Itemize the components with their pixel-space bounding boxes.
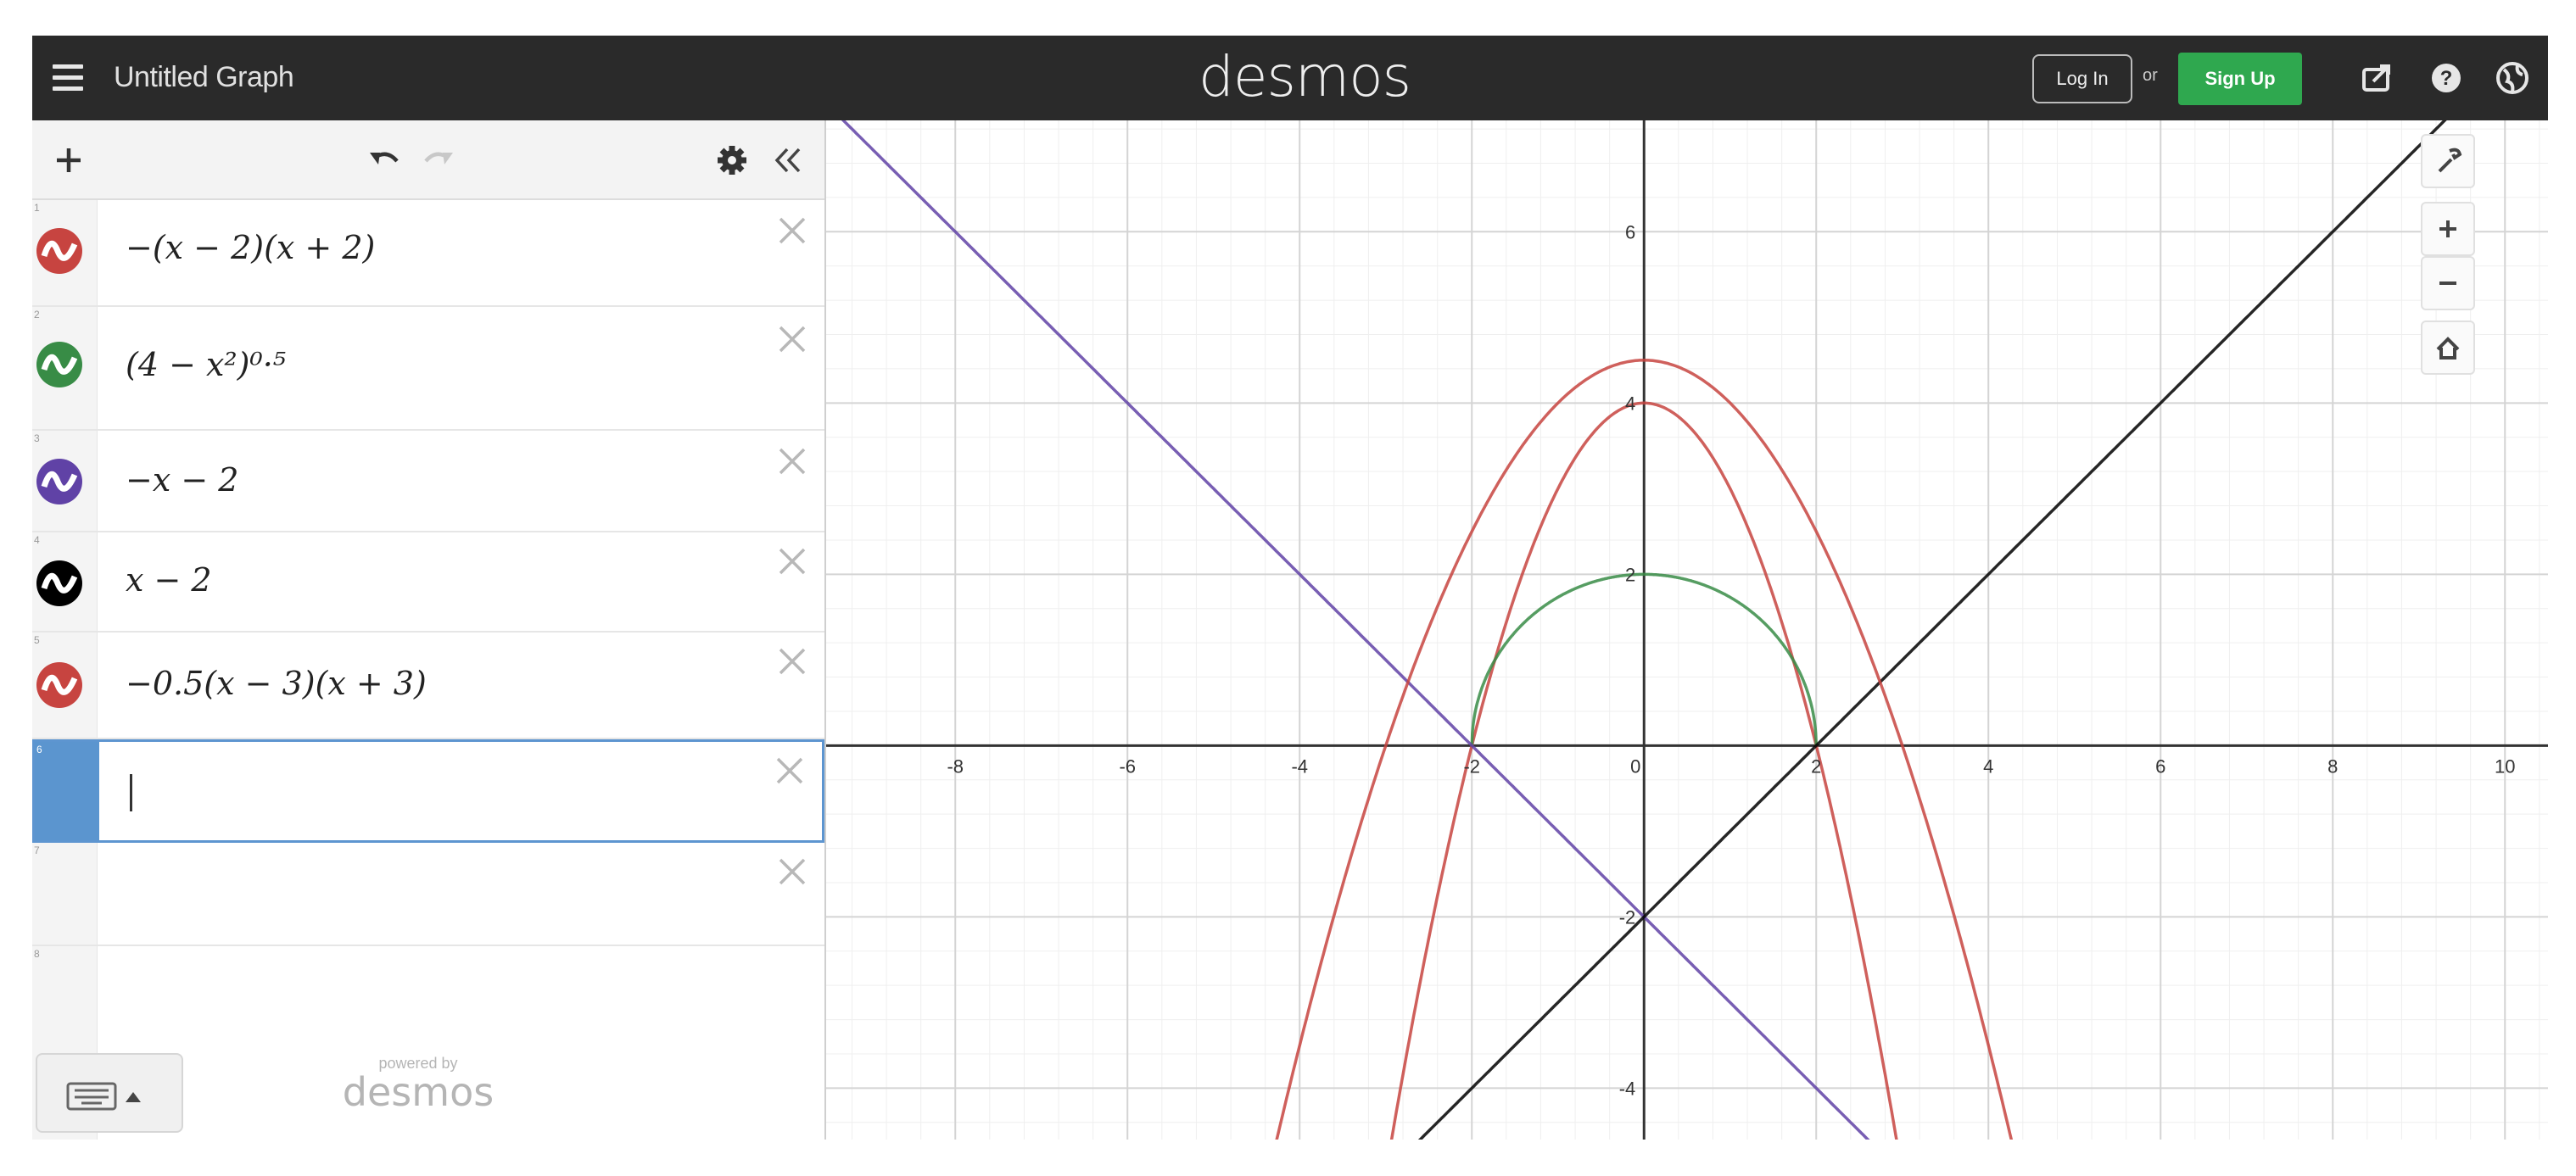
keyboard-icon [66,1082,141,1111]
expression-number: 7 [34,844,40,856]
x-tick-label: 6 [2155,755,2165,777]
y-tick-label: 2 [1625,564,1635,585]
expression-gutter: 1 [32,200,98,305]
graph-wave-icon[interactable] [36,341,83,388]
x-tick-label: -2 [1463,755,1480,777]
x-tick-label: 0 [1630,755,1640,777]
y-tick-label: 6 [1625,221,1635,242]
delete-icon[interactable] [774,320,811,358]
expression-number: 4 [34,534,40,546]
y-tick-label: -4 [1619,1078,1636,1099]
x-tick-label: -6 [1119,755,1136,777]
expression-number: 1 [34,202,40,214]
powered-by-logo: desmos [342,1069,495,1115]
expression-gutter: 6 [35,742,99,840]
graph-plot[interactable]: -8 -6 -4 -2 0 2 4 6 8 10 6 4 2 -2 -4 [826,120,2548,1140]
expression-latex[interactable]: x − 2 [126,561,212,599]
curve-5 [1275,359,2014,1140]
expression-number: 6 [36,744,42,755]
desmos-logo: desmos [1199,44,1411,109]
graph-title[interactable]: Untitled Graph [114,61,294,94]
expression-item-4[interactable]: 4 x − 2 [32,532,824,633]
delete-icon[interactable] [771,752,808,789]
expression-latex[interactable]: −(x − 2)(x + 2) [126,229,375,266]
delete-icon[interactable] [774,212,811,249]
expression-gutter: 5 [32,633,98,738]
language-icon[interactable] [2492,58,2533,98]
expression-item-7[interactable]: 7 [32,843,824,946]
expression-item-3[interactable]: 3 −x − 2 [32,431,824,532]
delete-icon[interactable] [774,853,811,890]
help-icon[interactable]: ? [2426,58,2467,98]
x-tick-label: -4 [1291,755,1308,777]
login-button[interactable]: Log In [2032,54,2132,103]
share-icon[interactable] [2356,58,2397,98]
text-caret [130,774,132,811]
expression-item-6-active[interactable]: 6 [32,739,824,843]
expression-item-5[interactable]: 5 −0.5(x − 3)(x + 3) [32,633,824,739]
menu-icon[interactable] [49,59,87,97]
expression-latex[interactable]: (4 − x²)⁰·⁵ [126,346,286,383]
svg-text:?: ? [2440,67,2453,90]
x-tick-label: 2 [1811,755,1821,777]
y-tick-label: -2 [1619,906,1636,928]
undo-icon[interactable] [363,139,405,181]
zoom-out-icon[interactable] [2421,256,2475,310]
x-tick-label: 4 [1983,755,1993,777]
expression-number: 8 [34,948,40,960]
graph-wave-icon[interactable] [36,458,83,505]
expression-gutter: 3 [32,431,98,531]
home-icon[interactable] [2421,320,2475,375]
expression-latex[interactable]: −x − 2 [126,461,238,499]
graph-canvas[interactable]: -8 -6 -4 -2 0 2 4 6 8 10 6 4 2 -2 -4 [826,120,2548,1140]
redo-icon[interactable] [417,139,460,181]
graph-wave-icon[interactable] [36,661,83,709]
delete-icon[interactable] [774,643,811,680]
x-tick-label: -8 [947,755,964,777]
or-text: or [2143,66,2158,85]
x-tick-label: 10 [2495,755,2515,777]
powered-by-desmos[interactable]: powered by desmos [321,1055,516,1115]
delete-icon[interactable] [774,443,811,480]
desmos-app: Untitled Graph desmos Log In or Sign Up … [32,36,2548,1140]
expression-number: 5 [34,634,40,646]
expression-gutter: 4 [32,532,98,631]
x-tick-label: 8 [2327,755,2338,777]
expression-number: 2 [34,309,40,320]
expression-latex[interactable]: −0.5(x − 3)(x + 3) [126,665,427,702]
graph-wave-icon[interactable] [36,560,83,607]
expression-panel: 1 −(x − 2)(x + 2) 2 (4 − x²)⁰·⁵ 3 −x − 2… [32,120,826,1140]
signup-button[interactable]: Sign Up [2178,53,2302,105]
curve-4 [1417,120,2447,1140]
wrench-icon[interactable] [2421,134,2475,188]
curve-1 [1389,401,1898,1140]
zoom-in-icon[interactable] [2421,202,2475,256]
delete-icon[interactable] [774,543,811,580]
y-tick-label: 4 [1625,393,1635,414]
top-bar: Untitled Graph desmos Log In or Sign Up … [32,36,2548,120]
expression-number: 3 [34,432,40,444]
keyboard-toggle-button[interactable] [36,1053,183,1133]
add-icon[interactable] [47,139,90,181]
expression-gutter: 2 [32,307,98,429]
graph-wave-icon[interactable] [36,227,83,275]
settings-icon[interactable] [711,139,753,181]
collapse-icon[interactable] [767,139,809,181]
expression-gutter: 7 [32,843,98,945]
expression-item-2[interactable]: 2 (4 − x²)⁰·⁵ [32,307,824,431]
expression-toolbar [32,120,824,200]
expression-item-1[interactable]: 1 −(x − 2)(x + 2) [32,200,824,307]
